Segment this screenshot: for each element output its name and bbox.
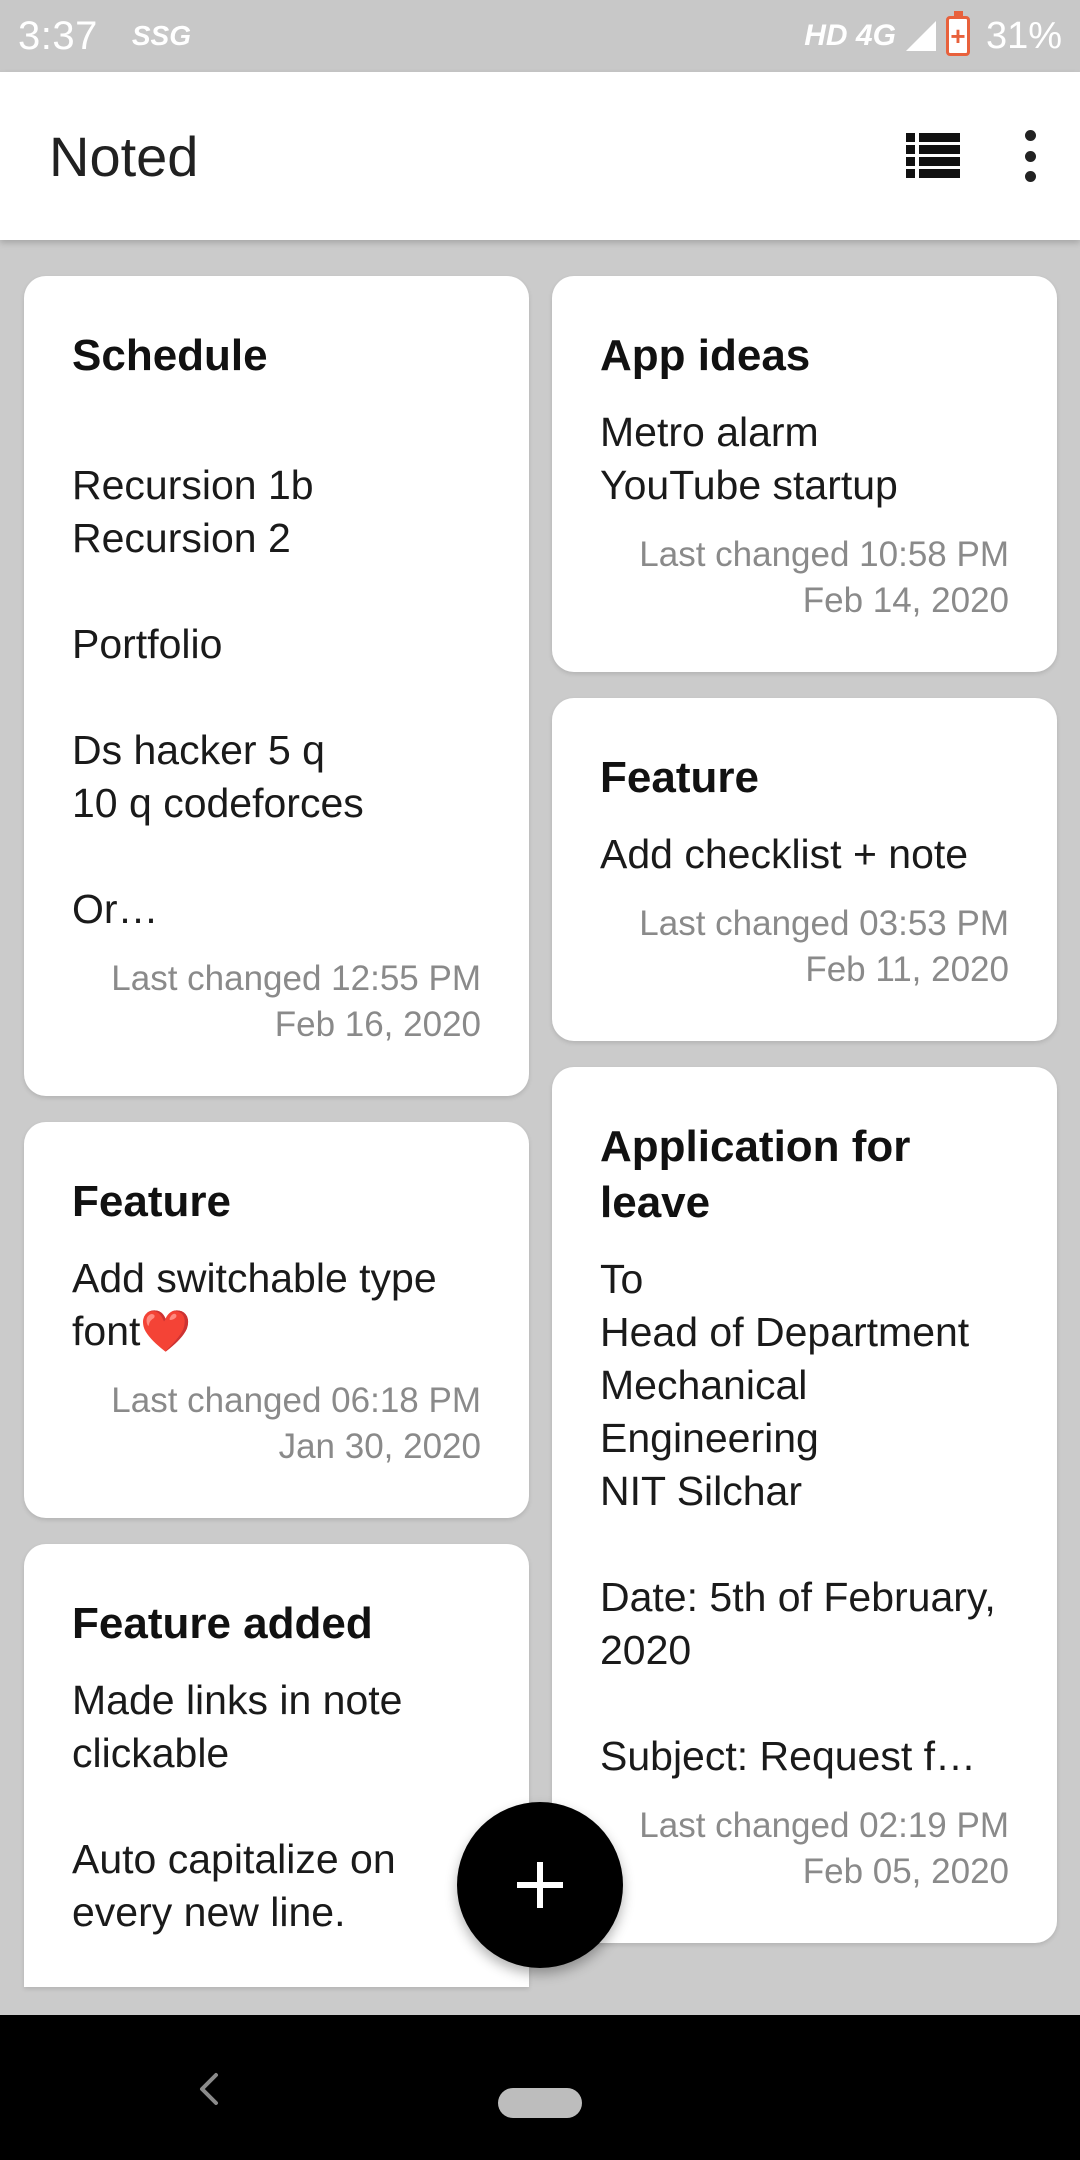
status-right: HD 4G 31%	[804, 11, 1062, 58]
battery-icon	[945, 11, 970, 56]
status-left: 3:37 SSG	[18, 14, 191, 59]
note-card[interactable]: Feature added Made links in note clickab…	[24, 1544, 529, 1987]
note-date: Last changed 12:55 PM Feb 16, 2020	[111, 959, 481, 1044]
note-date: Last changed 02:19 PM Feb 05, 2020	[639, 1806, 1009, 1891]
note-card[interactable]: Feature Add checklist + note Last change…	[552, 698, 1057, 1041]
status-bar: 3:37 SSG HD 4G 31%	[0, 0, 1080, 72]
note-title: Application for leave	[600, 1122, 911, 1227]
notes-column-right: App ideas Metro alarm YouTube startup La…	[552, 276, 1057, 1969]
note-title: Feature	[72, 1177, 231, 1226]
home-button[interactable]	[498, 2088, 582, 2118]
add-note-button[interactable]	[457, 1802, 623, 1968]
note-card[interactable]: Schedule Recursion 1b Recursion 2 Portfo…	[24, 276, 529, 1096]
signal-icon	[905, 21, 936, 51]
battery-percent: 31%	[985, 14, 1062, 57]
note-body: Add checklist + note	[600, 831, 969, 877]
note-body: To Head of Department Mechanical Enginee…	[600, 1256, 996, 1779]
note-body: Add switchable type font❤️	[72, 1255, 449, 1354]
note-title: Schedule	[72, 331, 268, 380]
app-title: Noted	[49, 124, 199, 188]
note-card[interactable]: Application for leave To Head of Departm…	[552, 1067, 1057, 1943]
more-vert-icon[interactable]	[1020, 130, 1040, 182]
note-card[interactable]: Feature Add switchable type font❤️ Last …	[24, 1122, 529, 1518]
back-icon[interactable]	[198, 2071, 220, 2107]
notes-column-left: Schedule Recursion 1b Recursion 2 Portfo…	[24, 276, 529, 2013]
add-icon	[517, 1862, 563, 1908]
navigation-bar	[0, 2015, 1080, 2160]
note-date: Last changed 03:53 PM Feb 11, 2020	[639, 904, 1009, 989]
notes-grid: Schedule Recursion 1b Recursion 2 Portfo…	[0, 240, 1080, 2015]
note-body: Metro alarm YouTube startup	[600, 409, 898, 508]
app-actions	[906, 130, 1040, 182]
note-title: Feature	[600, 753, 759, 802]
note-body: Made links in note clickable Auto capita…	[72, 1677, 403, 1935]
note-card[interactable]: App ideas Metro alarm YouTube startup La…	[552, 276, 1057, 672]
list-view-icon[interactable]	[906, 133, 960, 179]
note-body: Recursion 1b Recursion 2 Portfolio Ds ha…	[72, 462, 364, 932]
app-bar: Noted	[0, 72, 1080, 240]
note-date: Last changed 10:58 PM Feb 14, 2020	[639, 535, 1009, 620]
status-carrier: SSG	[131, 20, 191, 51]
note-date: Last changed 06:18 PM Jan 30, 2020	[111, 1381, 481, 1466]
note-title: App ideas	[600, 331, 811, 380]
note-title: Feature added	[72, 1599, 373, 1648]
network-indicator: HD 4G	[804, 19, 896, 52]
status-time: 3:37	[18, 13, 98, 58]
